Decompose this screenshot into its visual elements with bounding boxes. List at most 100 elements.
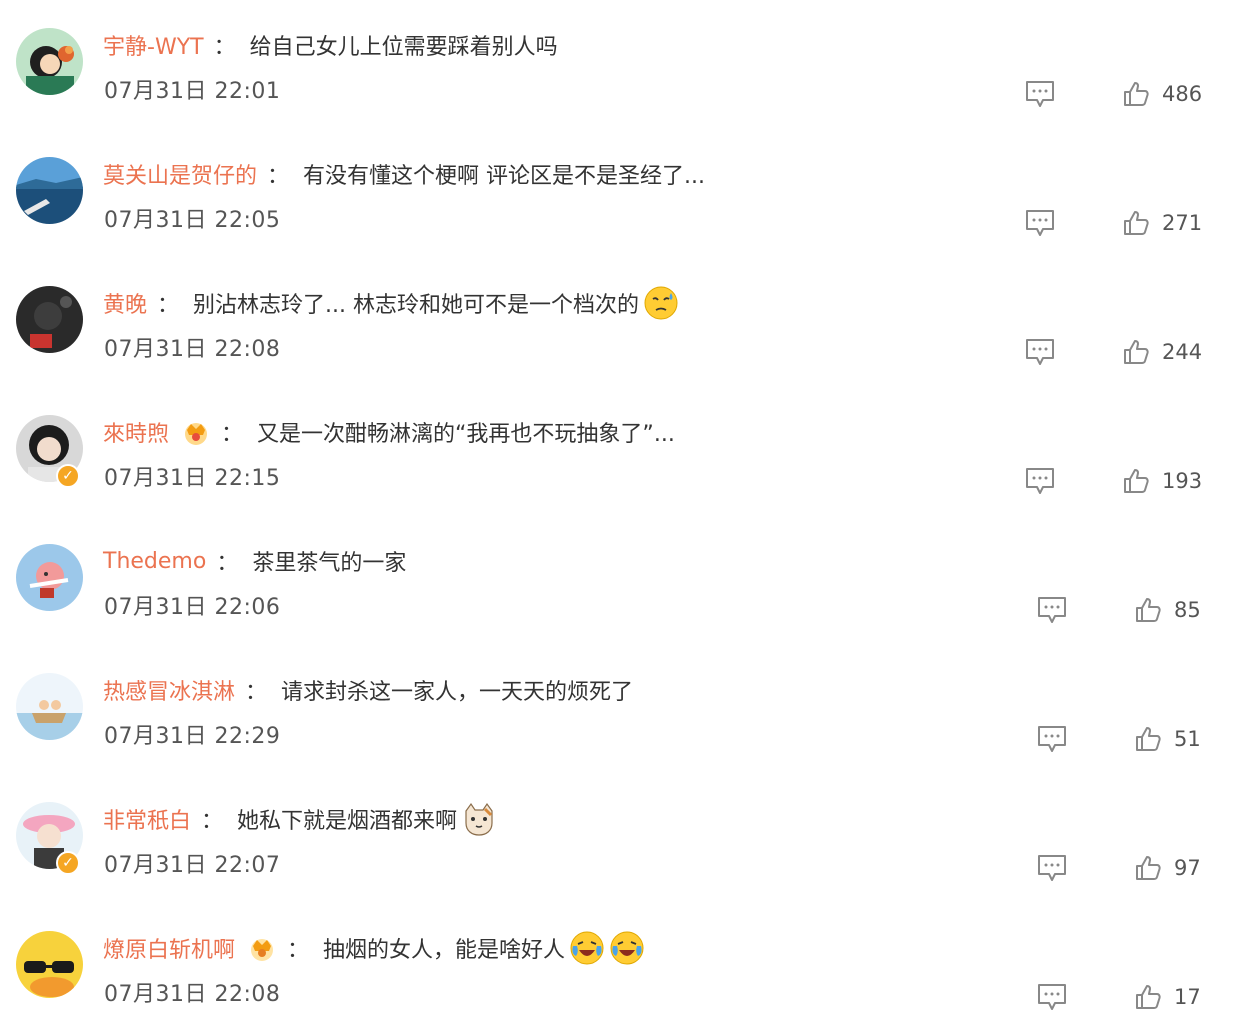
comment-text: 请求封杀这一家人，一天天的烦死了: [281, 680, 634, 705]
like-button[interactable]: 193: [1122, 464, 1202, 498]
thumbs-up-icon: [1124, 82, 1149, 106]
sweat-face-emoji: [644, 286, 678, 320]
comment-header: 來時煦 ： 又是一次酣畅淋漓的“我再也不玩抽象了”...: [103, 414, 675, 450]
avatar[interactable]: [16, 286, 83, 353]
avatar[interactable]: [16, 157, 83, 224]
reply-icon[interactable]: [1024, 337, 1056, 367]
username-link[interactable]: 宇静-WYT: [103, 29, 204, 61]
comment-timestamp: 07月31日 22:07: [104, 853, 281, 878]
colon-separator: ：: [157, 293, 180, 318]
like-button[interactable]: 97: [1134, 851, 1201, 885]
like-count: 193: [1162, 469, 1203, 493]
like-button[interactable]: 85: [1134, 593, 1201, 627]
comment-timestamp: 07月31日 22:08: [104, 337, 281, 362]
like-button[interactable]: 271: [1122, 206, 1202, 240]
sea-landscape-avatar: [16, 157, 83, 224]
girl-with-bird-avatar: [16, 28, 83, 95]
username-link[interactable]: 热感冒冰淇淋: [103, 674, 235, 706]
comment-item: Thedemo ： 茶里茶气的一家 07月31日 22:06 85: [0, 501, 1240, 630]
verified-badge: ✓: [56, 851, 80, 875]
comment-text: 她私下就是烟酒都来啊: [237, 809, 458, 834]
comment-item: ✓ 非常秖白 ： 她私下就是烟酒都来啊 07月31日 22:07 97: [0, 759, 1240, 888]
like-count: 244: [1162, 340, 1203, 364]
comment-timestamp: 07月31日 22:06: [104, 595, 281, 620]
colon-separator: ：: [201, 809, 224, 834]
username-link[interactable]: Thedemo: [103, 549, 206, 574]
comment-header: 宇静-WYT ： 给自己女儿上位需要踩着别人吗: [103, 27, 558, 63]
laugh-cry-emoji: [610, 931, 644, 965]
colon-separator: ：: [287, 938, 310, 963]
like-button[interactable]: 486: [1122, 77, 1202, 111]
duck-sunglasses-avatar: [16, 931, 83, 998]
dark-portrait-avatar: [16, 286, 83, 353]
colon-separator: ：: [216, 551, 239, 576]
like-count: 17: [1174, 985, 1201, 1009]
comment-text: 有没有懂这个梗啊 评论区是不是圣经了...: [303, 164, 706, 189]
colon-separator: ：: [221, 422, 244, 447]
avatar[interactable]: [16, 931, 83, 998]
avatar[interactable]: [16, 28, 83, 95]
username-link[interactable]: 莫关山是贺仔的: [103, 158, 257, 190]
comment-text: 抽烟的女人，能是啥好人: [323, 938, 566, 963]
avatar[interactable]: [16, 544, 83, 611]
like-count: 271: [1162, 211, 1203, 235]
verified-badge: ✓: [56, 464, 80, 488]
reply-icon[interactable]: [1024, 79, 1056, 109]
thumbs-up-icon: [1136, 856, 1161, 880]
colon-separator: ：: [213, 35, 236, 60]
avatar[interactable]: [16, 673, 83, 740]
thumbs-up-icon: [1124, 340, 1149, 364]
username-link[interactable]: 黄晚: [103, 287, 147, 319]
reply-icon[interactable]: [1024, 208, 1056, 238]
comment-text: 给自己女儿上位需要踩着别人吗: [249, 35, 558, 60]
comment-timestamp: 07月31日 22:01: [104, 79, 281, 104]
comment-item: 宇静-WYT ： 给自己女儿上位需要踩着别人吗 07月31日 22:01 486: [0, 0, 1240, 114]
comment-timestamp: 07月31日 22:05: [104, 208, 281, 233]
laugh-cry-emoji: [570, 931, 604, 965]
reply-icon[interactable]: [1024, 466, 1056, 496]
comment-header: 热感冒冰淇淋 ： 请求封杀这一家人，一天天的烦死了: [103, 672, 633, 708]
comment-item: 黄晚 ： 别沾林志玲了... 林志玲和她可不是一个档次的 07月31日 22:0…: [0, 243, 1240, 372]
comment-header: 燎原白斩机啊 ： 抽烟的女人，能是啥好人: [103, 930, 645, 966]
like-count: 85: [1174, 598, 1201, 622]
like-count: 51: [1174, 727, 1201, 751]
comment-item: 热感冒冰淇淋 ： 请求封杀这一家人，一天天的烦死了 07月31日 22:29 5…: [0, 630, 1240, 759]
comment-header: 莫关山是贺仔的 ： 有没有懂这个梗啊 评论区是不是圣经了...: [103, 156, 705, 192]
reply-icon[interactable]: [1036, 853, 1068, 883]
comment-header: Thedemo ： 茶里茶气的一家: [103, 543, 406, 579]
reply-icon[interactable]: [1036, 982, 1068, 1012]
thumbs-up-icon: [1124, 211, 1149, 235]
username-link[interactable]: 燎原白斩机啊: [103, 932, 235, 964]
crown-badge-icon: [251, 939, 274, 961]
flying-pig-avatar: [16, 544, 83, 611]
username-link[interactable]: 非常秖白: [103, 803, 191, 835]
comment-timestamp: 07月31日 22:15: [104, 466, 281, 491]
thumbs-up-icon: [1136, 985, 1161, 1009]
like-button[interactable]: 51: [1134, 722, 1201, 756]
thumbs-up-icon: [1136, 598, 1161, 622]
crown-badge-icon: [185, 423, 208, 445]
like-count: 486: [1162, 82, 1203, 106]
username-link[interactable]: 來時煦: [103, 416, 169, 448]
like-count: 97: [1174, 856, 1201, 880]
comment-header: 非常秖白 ： 她私下就是烟酒都来啊: [103, 801, 497, 837]
comment-item: ✓ 來時煦 ： 又是一次酣畅淋漓的“我再也不玩抽象了”... 07月31日 22…: [0, 372, 1240, 501]
comment-header: 黄晚 ： 别沾林志玲了... 林志玲和她可不是一个档次的: [103, 285, 679, 321]
reply-icon[interactable]: [1036, 724, 1068, 754]
like-button[interactable]: 244: [1122, 335, 1202, 369]
comment-text: 茶里茶气的一家: [252, 551, 407, 576]
like-button[interactable]: 17: [1134, 980, 1201, 1014]
cat-emoji: [465, 802, 493, 836]
thumbs-up-icon: [1124, 469, 1149, 493]
comment-timestamp: 07月31日 22:29: [104, 724, 281, 749]
thumbs-up-icon: [1136, 727, 1161, 751]
reply-icon[interactable]: [1036, 595, 1068, 625]
comment-item: 莫关山是贺仔的 ： 有没有懂这个梗啊 评论区是不是圣经了... 07月31日 2…: [0, 114, 1240, 243]
comment-text: 别沾林志玲了... 林志玲和她可不是一个档次的: [193, 293, 640, 318]
boat-illustration-avatar: [16, 673, 83, 740]
comment-item: 燎原白斩机啊 ： 抽烟的女人，能是啥好人 07月31日 22:08 17: [0, 888, 1240, 1017]
colon-separator: ：: [267, 164, 290, 189]
colon-separator: ：: [245, 680, 268, 705]
comment-timestamp: 07月31日 22:08: [104, 982, 281, 1007]
comment-list: 宇静-WYT ： 给自己女儿上位需要踩着别人吗 07月31日 22:01 486: [0, 0, 1240, 1032]
